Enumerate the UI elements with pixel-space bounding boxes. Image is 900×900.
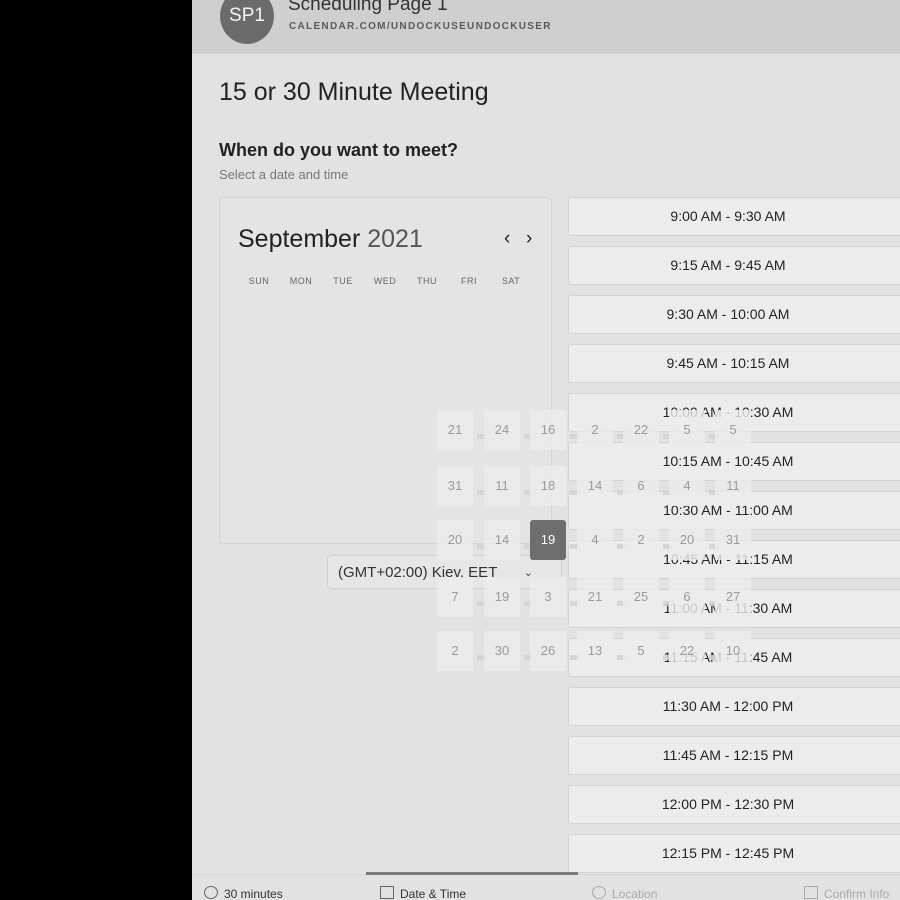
weekday-tue: TUE <box>333 276 353 286</box>
time-slot-button[interactable]: 11:30 AM - 12:00 PM <box>568 687 900 726</box>
step-bar: 30 minutes Date & Time Location Confirm Inf… <box>192 872 900 900</box>
chevron-left-icon[interactable]: ‹ <box>504 228 510 250</box>
date-question: When do you want to meet? <box>219 140 458 160</box>
active-step-indicator <box>366 872 578 875</box>
date-hint: Select a date and time <box>219 167 349 182</box>
step-label: Location <box>612 887 658 900</box>
time-slot-button[interactable]: 10:15 AM - 10:45 AM <box>568 442 900 481</box>
time-slot-button[interactable]: 10:45 AM - 11:15 AM <box>568 540 900 579</box>
step-label: Confirm Info <box>824 887 890 900</box>
weekday-sun: SUN <box>248 276 270 286</box>
timezone-label: (GMT+02:00) Kiev, EET <box>338 564 498 581</box>
calendar-day-selected[interactable]: 19 <box>530 520 566 560</box>
chevron-down-icon: ⌄ <box>523 567 533 579</box>
weekday-sat: SAT <box>501 276 521 286</box>
day-separator <box>663 434 673 439</box>
day-separator <box>570 434 580 439</box>
time-slot-button[interactable]: 11:15 AM - 11:45 AM <box>568 638 900 677</box>
day-separator <box>477 544 487 549</box>
calendar-icon <box>380 886 394 899</box>
scheduling-page: SP1 Scheduling Page 1 CALENDAR.COM/UNDOC… <box>192 0 900 900</box>
page-header: SP1 Scheduling Page 1 CALENDAR.COM/UNDOC… <box>192 0 900 54</box>
location-icon <box>592 886 606 899</box>
time-slot-button[interactable]: 12:00 PM - 12:30 PM <box>568 785 900 824</box>
time-slot-button[interactable]: 10:00 AM - 10:30 AM <box>568 393 900 432</box>
calendar-day[interactable]: 30 <box>484 631 520 671</box>
weekday-thu: THU <box>417 276 437 286</box>
day-separator <box>477 601 487 606</box>
time-slot-button[interactable]: 9:15 AM - 9:45 AM <box>568 246 900 285</box>
step-location[interactable]: Location <box>592 886 657 900</box>
day-separator <box>617 434 627 439</box>
day-separator <box>524 601 534 606</box>
avatar: SP1 <box>220 0 274 44</box>
page-title: Scheduling Page 1 <box>288 0 448 15</box>
time-slot-button[interactable]: 10:30 AM - 11:00 AM <box>568 491 900 530</box>
day-separator <box>709 434 719 439</box>
time-slot-button[interactable]: 11:45 AM - 12:15 PM <box>568 736 900 775</box>
calendar-day[interactable]: 2 <box>437 631 473 671</box>
calendar-month-label: September 2021 <box>238 225 423 254</box>
time-slot-button[interactable]: 11:00 AM - 11:30 AM <box>568 589 900 628</box>
page-url[interactable]: CALENDAR.COM/UNDOCKUSEUNDOCKUSER <box>289 21 552 32</box>
step-confirm-info[interactable]: Confirm Info <box>804 886 889 900</box>
confirm-icon <box>804 886 818 899</box>
time-slot-button[interactable]: 9:45 AM - 10:15 AM <box>568 344 900 383</box>
step-label: 30 minutes <box>224 887 283 900</box>
day-separator <box>477 655 487 660</box>
step-30-minutes[interactable]: 30 minutes <box>204 886 283 900</box>
time-slot-button[interactable]: 9:00 AM - 9:30 AM <box>568 197 900 236</box>
step-label: Date & Time <box>400 887 467 900</box>
calendar-year: 2021 <box>367 225 423 253</box>
timezone-select[interactable]: (GMT+02:00) Kiev, EET ⌄ <box>327 555 562 589</box>
clock-icon <box>204 886 218 899</box>
weekday-fri: FRI <box>461 276 477 286</box>
calendar-month: September <box>238 225 361 253</box>
weekday-wed: WED <box>373 276 397 286</box>
calendar-card: September 2021 ‹ › SUN MON TUE WED THU FRI SAT <box>219 197 552 544</box>
day-separator <box>524 655 534 660</box>
time-slot-button[interactable]: 12:15 PM - 12:45 PM <box>568 834 900 873</box>
calendar-day[interactable]: 26 <box>530 631 566 671</box>
time-slot-button[interactable]: 9:30 AM - 10:00 AM <box>568 295 900 334</box>
meeting-title: 15 or 30 Minute Meeting <box>219 78 489 106</box>
chevron-right-icon[interactable]: › <box>526 228 532 250</box>
weekday-mon: MON <box>289 276 313 286</box>
step-date-time[interactable]: Date & Time <box>380 886 466 900</box>
